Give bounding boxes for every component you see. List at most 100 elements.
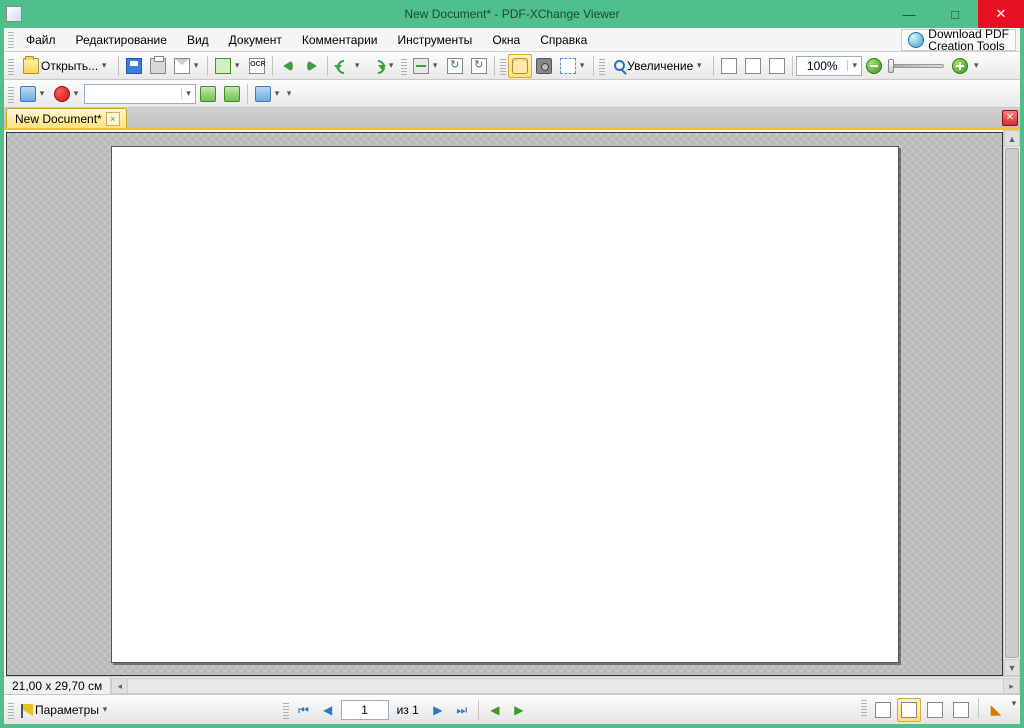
fit-width-icon (769, 58, 785, 74)
prev-page-button[interactable]: ◀ (317, 699, 339, 721)
layout-grip[interactable] (861, 698, 867, 716)
zoom-dropdown[interactable]: ▾ (847, 60, 861, 71)
app-icon (6, 6, 22, 22)
bottom-grip[interactable] (8, 701, 14, 719)
options-button[interactable]: Параметры ▾ (16, 698, 116, 722)
menu-help[interactable]: Справка (530, 31, 597, 49)
menu-edit[interactable]: Редактирование (66, 31, 177, 49)
email-button[interactable]: ▾ (170, 54, 204, 78)
rotate-left-button[interactable] (443, 54, 467, 78)
last-page-button[interactable]: ⏭ (451, 699, 473, 721)
menu-comments[interactable]: Комментарии (292, 31, 388, 49)
zoom-out-button[interactable] (862, 54, 886, 78)
document-tab-close[interactable]: × (106, 112, 120, 126)
next-view-button[interactable]: ▶ (508, 699, 530, 721)
document-tab[interactable]: New Document* × (6, 108, 127, 128)
zoom-in-icon (952, 58, 968, 74)
continuous-facing-icon (953, 702, 969, 718)
close-all-tabs-button[interactable] (1002, 110, 1018, 126)
menu-document[interactable]: Документ (219, 31, 292, 49)
open-dropdown[interactable]: ▾ (100, 60, 108, 71)
bookmark-button[interactable]: ◣ (984, 698, 1008, 722)
scroll-thumb[interactable] (1005, 148, 1019, 658)
link-tool-button[interactable]: ▾ (16, 82, 50, 106)
maximize-button[interactable]: □ (932, 0, 978, 28)
snapshot-tool-button[interactable] (532, 54, 556, 78)
menu-tools[interactable]: Инструменты (387, 31, 482, 49)
find-combo[interactable]: ▾ (84, 84, 196, 104)
zoom-combo[interactable]: ▾ (796, 56, 862, 76)
save-icon (126, 58, 142, 74)
nav-forward-button[interactable] (300, 54, 324, 78)
nav-back-button[interactable] (276, 54, 300, 78)
page-number-input[interactable] (341, 700, 389, 720)
zoom-in-button[interactable] (948, 54, 972, 78)
redo-button[interactable]: ▾ (365, 54, 399, 78)
page-dimensions: 21,00 x 29,70 см (4, 677, 111, 694)
document-tabstrip: New Document* × (4, 108, 1020, 130)
fit-width-button[interactable] (765, 54, 789, 78)
undo-button[interactable]: ▾ (331, 54, 365, 78)
facing-page-button[interactable] (923, 698, 947, 722)
open-button[interactable]: Открыть... ▾ (16, 54, 115, 78)
find-dropdown[interactable]: ▾ (181, 88, 195, 99)
find-input[interactable] (85, 86, 181, 102)
toolbar2-overflow[interactable]: ▾ (285, 88, 293, 99)
rotate-left-icon (447, 58, 463, 74)
zoom-tool-button[interactable]: Увеличение ▾ (607, 54, 710, 78)
zoom-extra-dropdown[interactable]: ▾ (972, 60, 980, 71)
horizontal-scrollbar[interactable]: ◂ ▸ (111, 677, 1020, 694)
zoom-slider[interactable] (890, 64, 944, 68)
menu-windows[interactable]: Окна (482, 31, 530, 49)
stamp-apply-button[interactable] (220, 82, 244, 106)
next-page-button[interactable]: ▶ (427, 699, 449, 721)
filter-button[interactable]: ▾ (251, 82, 285, 106)
page-canvas[interactable] (6, 132, 1003, 676)
minimize-button[interactable]: — (886, 0, 932, 28)
prev-view-button[interactable]: ◀ (484, 699, 506, 721)
continuous-page-button[interactable] (897, 698, 921, 722)
scroll-down-button[interactable]: ▼ (1004, 659, 1020, 676)
continuous-facing-button[interactable] (949, 698, 973, 722)
save-button[interactable] (122, 54, 146, 78)
ocr-button[interactable] (245, 54, 269, 78)
document-area: ▲ ▼ (4, 130, 1020, 676)
single-page-button[interactable] (871, 698, 895, 722)
app-frame: Файл Редактирование Вид Документ Коммент… (0, 28, 1024, 728)
rotate-right-button[interactable] (467, 54, 491, 78)
zoom-slider-thumb[interactable] (888, 59, 894, 73)
scan-button[interactable]: ▾ (409, 54, 443, 78)
vertical-scrollbar[interactable]: ▲ ▼ (1003, 130, 1020, 676)
stamp-manage-button[interactable] (196, 82, 220, 106)
first-page-button[interactable]: ⏮ (293, 699, 315, 721)
actual-size-button[interactable] (717, 54, 741, 78)
fit-page-button[interactable] (741, 54, 765, 78)
toolbar-grip-4[interactable] (599, 57, 605, 75)
pagenav-grip[interactable] (283, 701, 289, 719)
download-pdf-tools-promo[interactable]: Download PDF Creation Tools (901, 29, 1016, 51)
print-button[interactable] (146, 54, 170, 78)
select-icon (560, 58, 576, 74)
prev-page-icon: ◀ (323, 704, 332, 716)
page-of-label: из 1 (391, 703, 425, 717)
hscroll-track[interactable] (128, 678, 1003, 694)
ask-button[interactable]: ▾ (50, 82, 84, 106)
layout-overflow[interactable]: ▾ (1010, 698, 1018, 722)
hscroll-right[interactable]: ▸ (1003, 678, 1020, 694)
close-button[interactable]: ✕ (978, 0, 1024, 28)
menu-view[interactable]: Вид (177, 31, 219, 49)
toolbar2-grip[interactable] (8, 85, 14, 103)
select-tool-button[interactable]: ▾ (556, 54, 590, 78)
menubar-grip[interactable] (8, 32, 14, 48)
zoom-input[interactable] (797, 58, 847, 74)
folder-open-icon (23, 58, 39, 74)
toolbar-grip-2[interactable] (401, 57, 407, 75)
promo-line1: Download PDF (928, 28, 1009, 40)
menu-file[interactable]: Файл (16, 31, 66, 49)
toolbar-grip-3[interactable] (500, 57, 506, 75)
toolbar-grip[interactable] (8, 57, 14, 75)
hand-tool-button[interactable] (508, 54, 532, 78)
scroll-up-button[interactable]: ▲ (1004, 130, 1020, 147)
hscroll-left[interactable]: ◂ (111, 678, 128, 694)
export-button[interactable]: ▾ (211, 54, 245, 78)
